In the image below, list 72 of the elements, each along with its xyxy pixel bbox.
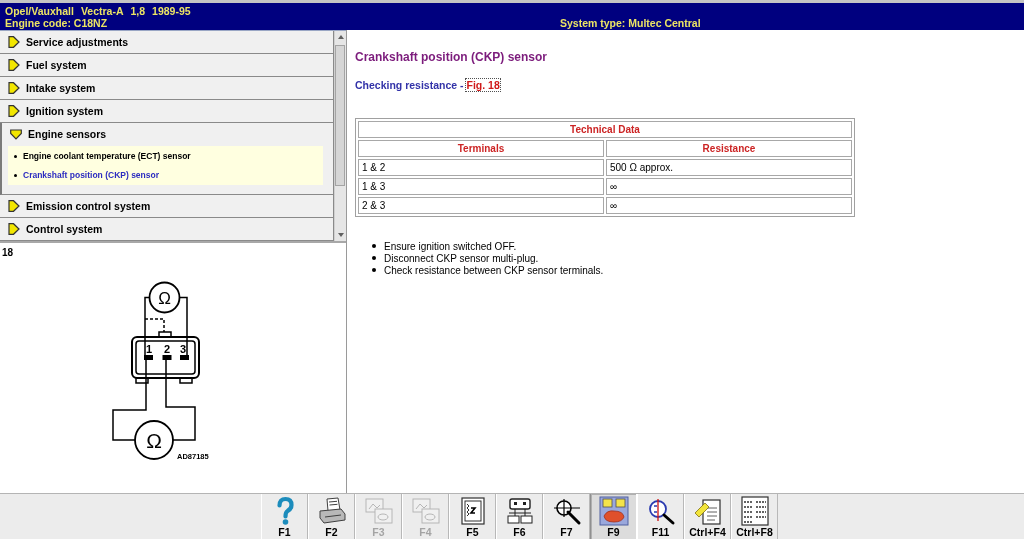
system-type: System type: Multec Central [560, 17, 701, 29]
caret-right-icon [8, 223, 20, 235]
menu-item[interactable]: Ignition system [0, 100, 334, 123]
scrollbar-thumb[interactable] [335, 45, 345, 186]
function-key-button[interactable]: F5 [449, 494, 496, 539]
table-cell: ∞ [606, 197, 852, 214]
caret-right-icon [8, 82, 20, 94]
dashed-wire [144, 318, 165, 333]
meter-circle [134, 420, 174, 460]
instruction-text: Check resistance between CKP sensor terminals. [384, 264, 604, 276]
page-title: Crankshaft position (CKP) sensor [355, 49, 548, 65]
bullet-icon [372, 268, 376, 272]
pictures-icon [363, 496, 394, 526]
figure-number: 18 [2, 247, 14, 258]
wire [178, 296, 188, 356]
caret-down-icon [10, 128, 22, 140]
function-key-button[interactable]: F9 [590, 494, 637, 539]
submenu-item[interactable]: Engine coolant temperature (ECT) sensor [8, 146, 323, 166]
bullet-icon [14, 173, 17, 177]
meter-circle [148, 281, 181, 314]
vehicle-text: Opel/Vauxhall [5, 5, 74, 17]
function-key-button[interactable]: Ctrl+F4 [684, 494, 731, 539]
wiring-tile-icon [598, 496, 629, 526]
table-cell: ∞ [606, 178, 852, 195]
bullet-icon [372, 256, 376, 260]
bullet-icon [372, 244, 376, 248]
function-key-button[interactable]: F7 [543, 494, 590, 539]
notes-icon [692, 496, 723, 526]
table-cell: 500 Ω approx. [606, 159, 852, 176]
submenu-item[interactable]: Crankshaft position (CKP) sensor [8, 165, 323, 185]
table-cell: 1 & 2 [358, 159, 604, 176]
pin-number: 2 [163, 343, 171, 355]
ohm-symbol: Ω [146, 428, 162, 452]
instruction-text: Ensure ignition switched OFF. [384, 240, 517, 252]
pin-number: 3 [179, 343, 187, 355]
vehicle-text: 1,8 [130, 5, 146, 17]
bullet-icon [14, 154, 17, 158]
function-key-button[interactable]: F2 [308, 494, 355, 539]
menu-item[interactable]: Fuel system [0, 54, 334, 77]
column-header: Terminals [358, 140, 604, 157]
function-key-button[interactable]: Ctrl+F8 [731, 494, 778, 539]
menu-item[interactable]: Service adjustments [0, 31, 334, 54]
section-heading: Checking resistance - Fig. 18 [355, 78, 500, 92]
ohm-symbol: Ω [158, 288, 171, 308]
table-list-icon [739, 496, 770, 526]
wire [144, 296, 151, 356]
function-key-button[interactable]: F6 [496, 494, 543, 539]
menu-item[interactable]: Engine sensors [2, 123, 333, 145]
magnifier-icon [551, 496, 582, 526]
pictures-icon [410, 496, 441, 526]
menu-item[interactable]: Intake system [0, 77, 334, 100]
caret-right-icon [8, 105, 20, 117]
figure-link[interactable]: Fig. 18 [466, 79, 500, 91]
printer-icon [316, 496, 347, 526]
table-cell: 2 & 3 [358, 197, 604, 214]
table-cell: 1 & 3 [358, 178, 604, 195]
function-key-button[interactable]: F1 [261, 494, 308, 539]
caret-right-icon [8, 200, 20, 212]
menu-item[interactable]: Emission control system [0, 195, 334, 218]
caret-right-icon [8, 36, 20, 48]
vehicle-text: 1989-95 [152, 5, 191, 17]
engine-code: Engine code: C18NZ [4, 17, 108, 29]
caret-right-icon [8, 59, 20, 71]
vehicle-text: Vectra-A [80, 5, 124, 17]
scrollbar[interactable] [334, 31, 346, 241]
function-key-button[interactable]: F11 [637, 494, 684, 539]
instruction-text: Disconnect CKP sensor multi-plug. [384, 252, 539, 264]
menu-item[interactable]: Control system [0, 218, 334, 241]
column-header: Resistance [606, 140, 852, 157]
table-caption: Technical Data [358, 121, 852, 138]
pin-number: 1 [145, 343, 153, 355]
connector-icon [504, 496, 535, 526]
